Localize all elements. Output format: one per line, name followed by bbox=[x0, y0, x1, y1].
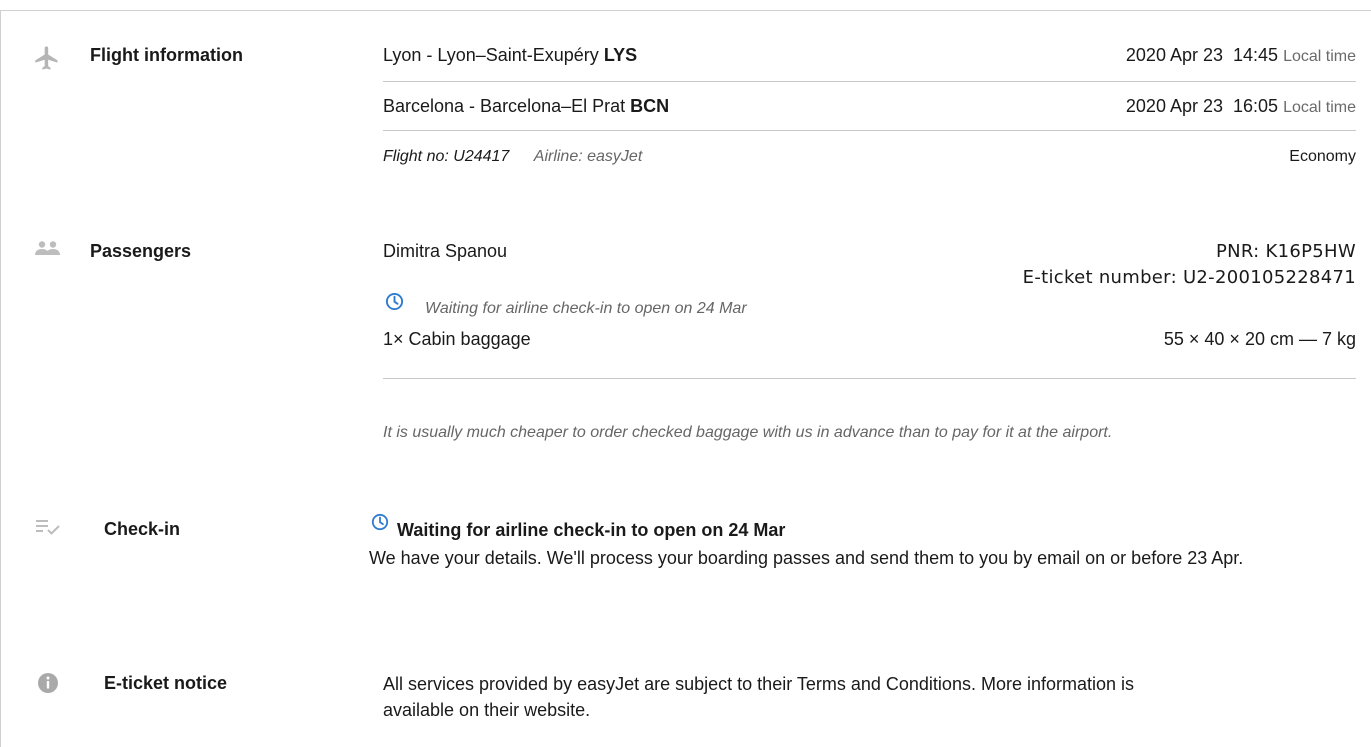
clock-icon bbox=[385, 292, 404, 311]
eticket-number: E-ticket number: U2-200105228471 bbox=[1022, 267, 1356, 288]
arrival-place: Barcelona - Barcelona–El Prat bbox=[383, 96, 626, 116]
eticket-notice-title: E-ticket notice bbox=[104, 673, 228, 693]
arrival-time: 16:05 bbox=[1233, 96, 1279, 116]
arrival-code: BCN bbox=[630, 96, 670, 116]
departure-time: 14:45 bbox=[1233, 45, 1279, 65]
checkin-description: We have your details. We'll process your… bbox=[369, 548, 1244, 568]
departure-code: LYS bbox=[603, 45, 638, 65]
divider bbox=[383, 81, 1356, 82]
baggage-label: 1× Cabin baggage bbox=[383, 329, 531, 349]
divider bbox=[383, 130, 1356, 131]
cabin-class: Economy bbox=[1289, 148, 1356, 165]
checkin-title: Check-in bbox=[104, 519, 181, 539]
baggage-tip: It is usually much cheaper to order chec… bbox=[383, 424, 1113, 441]
pnr-code: PNR: K16P5HW bbox=[1215, 241, 1356, 262]
people-icon bbox=[35, 241, 60, 255]
departure-time-note: Local time bbox=[1283, 48, 1356, 65]
divider bbox=[383, 378, 1356, 379]
departure-datetime: 2020 Apr 23 14:45 Local time bbox=[1126, 45, 1356, 66]
passenger-name: Dimitra Spanou bbox=[383, 241, 508, 261]
departure-airport: Lyon - Lyon–Saint-Exupéry LYS bbox=[383, 45, 637, 66]
airplane-icon bbox=[35, 46, 58, 70]
flight-meta: Flight no: U24417 Airline: easyJet bbox=[383, 148, 642, 166]
arrival-datetime: 2020 Apr 23 16:05 Local time bbox=[1126, 96, 1356, 117]
arrival-time-note: Local time bbox=[1283, 99, 1356, 116]
flight-info-title: Flight information bbox=[90, 45, 243, 65]
checkin-status: Waiting for airline check-in to open on … bbox=[397, 520, 786, 540]
eticket-notice-text: All services provided by easyJet are sub… bbox=[383, 674, 1135, 720]
flight-number: Flight no: U24417 bbox=[383, 148, 510, 165]
passenger-checkin-status: Waiting for airline check-in to open on … bbox=[425, 300, 747, 317]
arrival-date: 2020 Apr 23 bbox=[1125, 96, 1223, 116]
departure-place: Lyon - Lyon–Saint-Exupéry bbox=[383, 45, 599, 65]
clock-icon bbox=[371, 513, 389, 531]
passengers-title: Passengers bbox=[90, 241, 192, 261]
arrival-airport: Barcelona - Barcelona–El Prat BCN bbox=[383, 96, 669, 117]
info-icon bbox=[38, 673, 58, 693]
departure-date: 2020 Apr 23 bbox=[1125, 45, 1223, 65]
airline-name: Airline: easyJet bbox=[533, 148, 643, 165]
checklist-icon bbox=[36, 520, 60, 535]
baggage-size: 55 × 40 × 20 cm — 7 kg bbox=[1163, 329, 1356, 349]
